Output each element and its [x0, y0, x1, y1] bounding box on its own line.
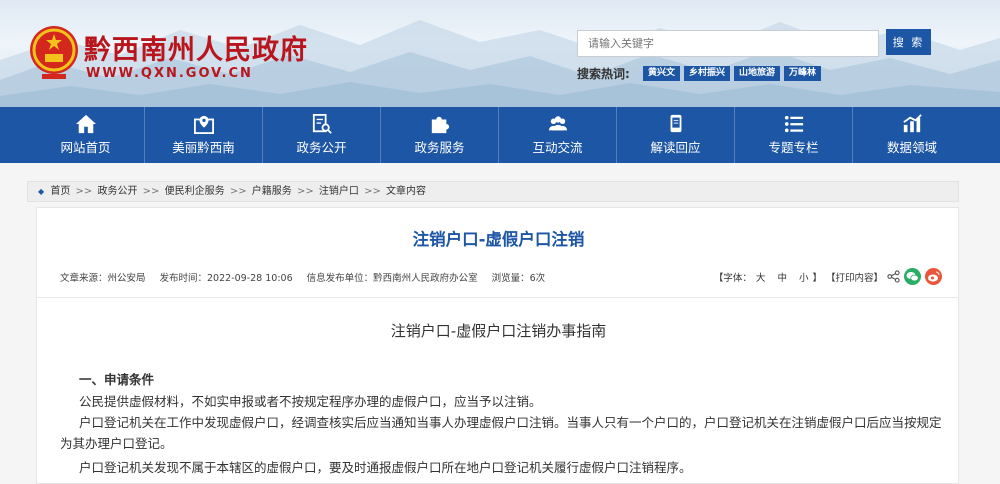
nav-label: 互动交流	[532, 140, 583, 155]
nav-item-interpretation[interactable]: 解读回应	[617, 107, 735, 163]
breadcrumb-marker-icon: ◆	[38, 187, 45, 196]
home-icon	[75, 114, 96, 134]
breadcrumb-separator: >>	[229, 186, 247, 197]
nav-item-home[interactable]: 网站首页	[27, 107, 145, 163]
nav-label: 网站首页	[60, 140, 111, 155]
font-size-close: 】	[812, 272, 822, 284]
chart-icon	[903, 114, 922, 133]
hot-words-label: 搜索热词:	[577, 67, 630, 81]
nav-item-special-topics[interactable]: 专题专栏	[735, 107, 853, 163]
font-size-medium-button[interactable]: 中	[777, 270, 787, 284]
breadcrumb-link[interactable]: 便民利企服务	[165, 186, 225, 197]
document-search-icon	[312, 114, 332, 134]
nav-label: 美丽黔西南	[172, 140, 235, 155]
wechat-share-icon[interactable]	[904, 268, 921, 285]
font-size-label: 【字体：	[713, 272, 752, 284]
breadcrumb-link[interactable]: 政务公开	[97, 186, 137, 197]
nav-label: 解读回应	[650, 140, 701, 155]
article-paragraph: 户口登记机关发现不属于本辖区的虚假户口，要及时通报虚假户口所在地户口登记机关履行…	[79, 460, 692, 475]
nav-label: 专题专栏	[768, 140, 819, 155]
article-container: 注销户口-虚假户口注销 文章来源：州公安局 发布时间：2022-09-28 10…	[36, 207, 959, 484]
search-button[interactable]: 搜 索	[886, 29, 931, 55]
nav-label: 政务公开	[296, 140, 347, 155]
list-icon	[784, 115, 803, 133]
breadcrumb-separator: >>	[296, 186, 314, 197]
breadcrumb: ◆ 首页 >> 政务公开 >> 便民利企服务 >> 户籍服务 >> 注销户口 >…	[27, 181, 959, 202]
site-header: 黔西南州人民政府 WWW.QXN.GOV.CN 搜 索 搜索热词: 黄兴文 乡村…	[0, 0, 1000, 107]
nav-item-gov-services[interactable]: 政务服务	[381, 107, 499, 163]
puzzle-icon	[431, 116, 449, 134]
tablet-icon	[670, 114, 681, 133]
breadcrumb-link[interactable]: 户籍服务	[252, 186, 292, 197]
nav-item-data-fields[interactable]: 数据领域	[853, 107, 971, 163]
meta-source: 文章来源：州公安局	[60, 273, 146, 284]
article-paragraph: 户口登记机关在工作中发现虚假户口，经调查核实后应当通知当事人办理虚假户口注销。当…	[79, 415, 942, 430]
meta-divider	[37, 297, 958, 298]
site-title: 黔西南州人民政府	[84, 35, 308, 66]
share-icon[interactable]	[887, 270, 900, 283]
meta-views: 浏览量：6次	[491, 273, 546, 284]
meta-publish-time: 发布时间：2022-09-28 10:06	[159, 273, 293, 284]
font-size-large-button[interactable]: 大	[756, 270, 766, 284]
nav-item-beautiful-qxn[interactable]: 美丽黔西南	[145, 107, 263, 163]
document-title: 注销户口-虚假户口注销办事指南	[390, 322, 607, 340]
nav-label: 政务服务	[414, 140, 465, 155]
breadcrumb-current: 文章内容	[386, 186, 427, 197]
weibo-share-icon[interactable]	[925, 268, 942, 285]
article-paragraph: 公民提供虚假材料，不如实申报或者不按规定程序办理的虚假户口，应当予以注销。	[79, 394, 542, 409]
breadcrumb-link[interactable]: 注销户口	[319, 186, 359, 197]
hot-word-tag[interactable]: 乡村振兴	[684, 66, 731, 81]
article-tools: 【字体： 大 中 小 】 【打印内容】	[714, 268, 942, 285]
section-heading: 一、申请条件	[79, 372, 155, 387]
print-button[interactable]: 【打印内容】	[826, 270, 883, 284]
article-meta: 文章来源：州公安局 发布时间：2022-09-28 10:06 信息发布单位：黔…	[60, 270, 545, 284]
hot-words-list: 黄兴文 乡村振兴 山地旅游 万峰林	[643, 66, 822, 81]
breadcrumb-separator: >>	[142, 186, 160, 197]
map-pin-icon	[193, 115, 214, 134]
people-icon	[548, 116, 567, 131]
search-input[interactable]	[577, 30, 879, 57]
hot-word-tag[interactable]: 黄兴文	[643, 66, 681, 81]
nav-item-gov-affairs-open[interactable]: 政务公开	[263, 107, 381, 163]
national-emblem-icon	[30, 26, 78, 79]
site-url: WWW.QXN.GOV.CN	[86, 66, 253, 81]
meta-publisher: 信息发布单位：黔西南州人民政府办公室	[306, 273, 478, 284]
nav-label: 数据领域	[886, 140, 937, 155]
main-navigation: 网站首页 美丽黔西南 政务公开 政务服务 互动交流 解读回应 专题专栏 数据领域	[0, 107, 1000, 163]
font-size-small-button[interactable]: 小	[799, 270, 809, 284]
breadcrumb-separator: >>	[364, 186, 381, 197]
hot-word-tag[interactable]: 山地旅游	[734, 66, 781, 81]
nav-item-interaction[interactable]: 互动交流	[499, 107, 617, 163]
breadcrumb-separator: >>	[75, 186, 93, 197]
breadcrumb-link[interactable]: 首页	[50, 186, 70, 197]
article-paragraph: 为其办理户口登记。	[60, 436, 173, 451]
hot-word-tag[interactable]: 万峰林	[784, 66, 822, 81]
article-title: 注销户口-虚假户口注销	[412, 230, 585, 249]
